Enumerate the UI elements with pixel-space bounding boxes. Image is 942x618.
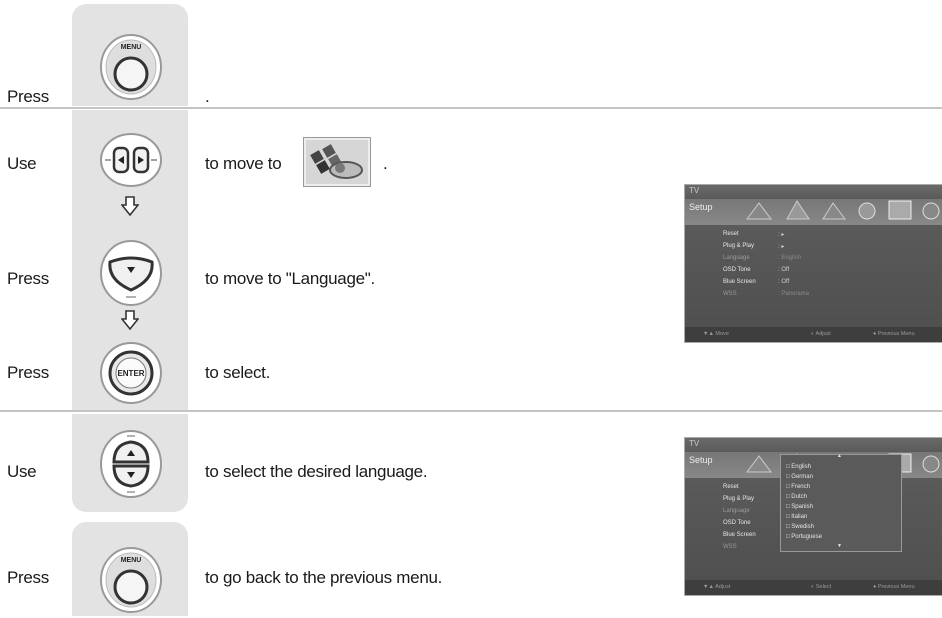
tv-language-screenshot: TV Setup Reset Plug & Play Language OSD … xyxy=(684,437,942,596)
row2-text: to move to xyxy=(205,154,282,173)
instruction-verb: Use xyxy=(7,462,37,481)
down-arrow-icon xyxy=(120,309,140,336)
row3-text: to move to "Language". xyxy=(205,269,375,288)
language-option[interactable]: □ Dutch xyxy=(786,494,807,500)
menu-item-language: Language xyxy=(723,255,750,261)
menu-category-icons xyxy=(737,197,942,228)
menu-item-value: : ▸ xyxy=(778,232,785,238)
down-arrow-icon xyxy=(120,195,140,222)
instruction-verb: Press xyxy=(7,363,49,382)
enter-label: ENTER xyxy=(117,369,144,378)
row6-text: to go back to the previous menu. xyxy=(205,568,443,587)
footer-prev: ● Previous Menu xyxy=(873,584,915,590)
divider-2 xyxy=(0,410,942,412)
menu-item-reset: Reset xyxy=(723,484,739,490)
scroll-up-icon[interactable]: ▲ xyxy=(837,453,842,459)
tv-label: TV xyxy=(689,439,700,448)
instruction-verb: Use xyxy=(7,154,37,173)
language-option[interactable]: □ French xyxy=(786,484,810,490)
menu-item-value: : Off xyxy=(778,267,790,273)
footer-prev: ● Previous Menu xyxy=(873,331,915,337)
enter-button-icon: ENTER xyxy=(100,342,162,409)
menu-item-reset: Reset xyxy=(723,231,739,237)
menu-item-wss: WSS xyxy=(723,544,737,550)
language-option[interactable]: □ Spanish xyxy=(786,504,813,510)
language-dropdown[interactable]: ▲ □ English □ German □ French □ Dutch □ … xyxy=(780,453,902,552)
row5-text: to select the desired language. xyxy=(205,462,428,481)
footer-adjust: ▼▲ Adjust xyxy=(703,584,731,590)
menu-item-blue-screen: Blue Screen xyxy=(723,532,756,538)
down-button-icon xyxy=(100,240,162,311)
menu-button-icon: MENU xyxy=(100,30,162,105)
language-option[interactable]: □ Portuguese xyxy=(786,534,822,540)
left-right-buttons-icon xyxy=(100,133,162,192)
menu-item-osd-tone: OSD Tone xyxy=(723,267,751,273)
menu-title: Setup xyxy=(689,455,713,465)
menu-item-value: : ▸ xyxy=(778,244,785,250)
menu-item-language: Language xyxy=(723,508,750,514)
menu-item-plug-play: Plug & Play xyxy=(723,496,755,502)
menu-footer: ▼▲ Move ◐ Adjust ● Previous Menu xyxy=(685,327,942,342)
row1-text: . xyxy=(205,87,210,106)
row4-text: to select. xyxy=(205,363,271,382)
setup-menu-icon xyxy=(303,137,371,187)
tv-label: TV xyxy=(689,186,700,195)
menu-label: MENU xyxy=(121,557,142,564)
language-option[interactable]: □ English xyxy=(786,464,811,470)
menu-item-blue-screen: Blue Screen xyxy=(723,279,756,285)
row2-period: . xyxy=(383,154,388,173)
menu-title: Setup xyxy=(689,202,713,212)
language-option[interactable]: □ German xyxy=(786,474,813,480)
menu-item-value: : Panorama xyxy=(778,291,810,297)
menu-item-osd-tone: OSD Tone xyxy=(723,520,751,526)
menu-label: MENU xyxy=(121,44,142,51)
instruction-verb: Press xyxy=(7,269,49,288)
menu-item-wss: WSS xyxy=(723,291,737,297)
divider-1 xyxy=(0,107,942,109)
language-option[interactable]: □ Italian xyxy=(786,514,807,520)
menu-button-icon: MENU xyxy=(100,543,162,618)
language-option[interactable]: □ Swedish xyxy=(786,524,814,530)
menu-item-plug-play: Plug & Play xyxy=(723,243,755,249)
tv-setup-screenshot: TV Setup Reset : ▸ Plug & Play : ▸ Langu… xyxy=(684,184,942,343)
menu-item-value: : English xyxy=(778,255,802,261)
scroll-down-icon[interactable]: ▼ xyxy=(837,543,842,549)
up-down-buttons-icon xyxy=(100,430,162,503)
footer-select: ◐ Select xyxy=(811,584,832,590)
menu-item-value: : Off xyxy=(778,279,790,285)
menu-footer: ▼▲ Adjust ◐ Select ● Previous Menu xyxy=(685,580,942,595)
footer-move: ▼▲ Move xyxy=(703,331,729,337)
instruction-verb: Press xyxy=(7,87,49,106)
footer-adjust: ◐ Adjust xyxy=(811,331,831,337)
instruction-verb: Press xyxy=(7,568,49,587)
